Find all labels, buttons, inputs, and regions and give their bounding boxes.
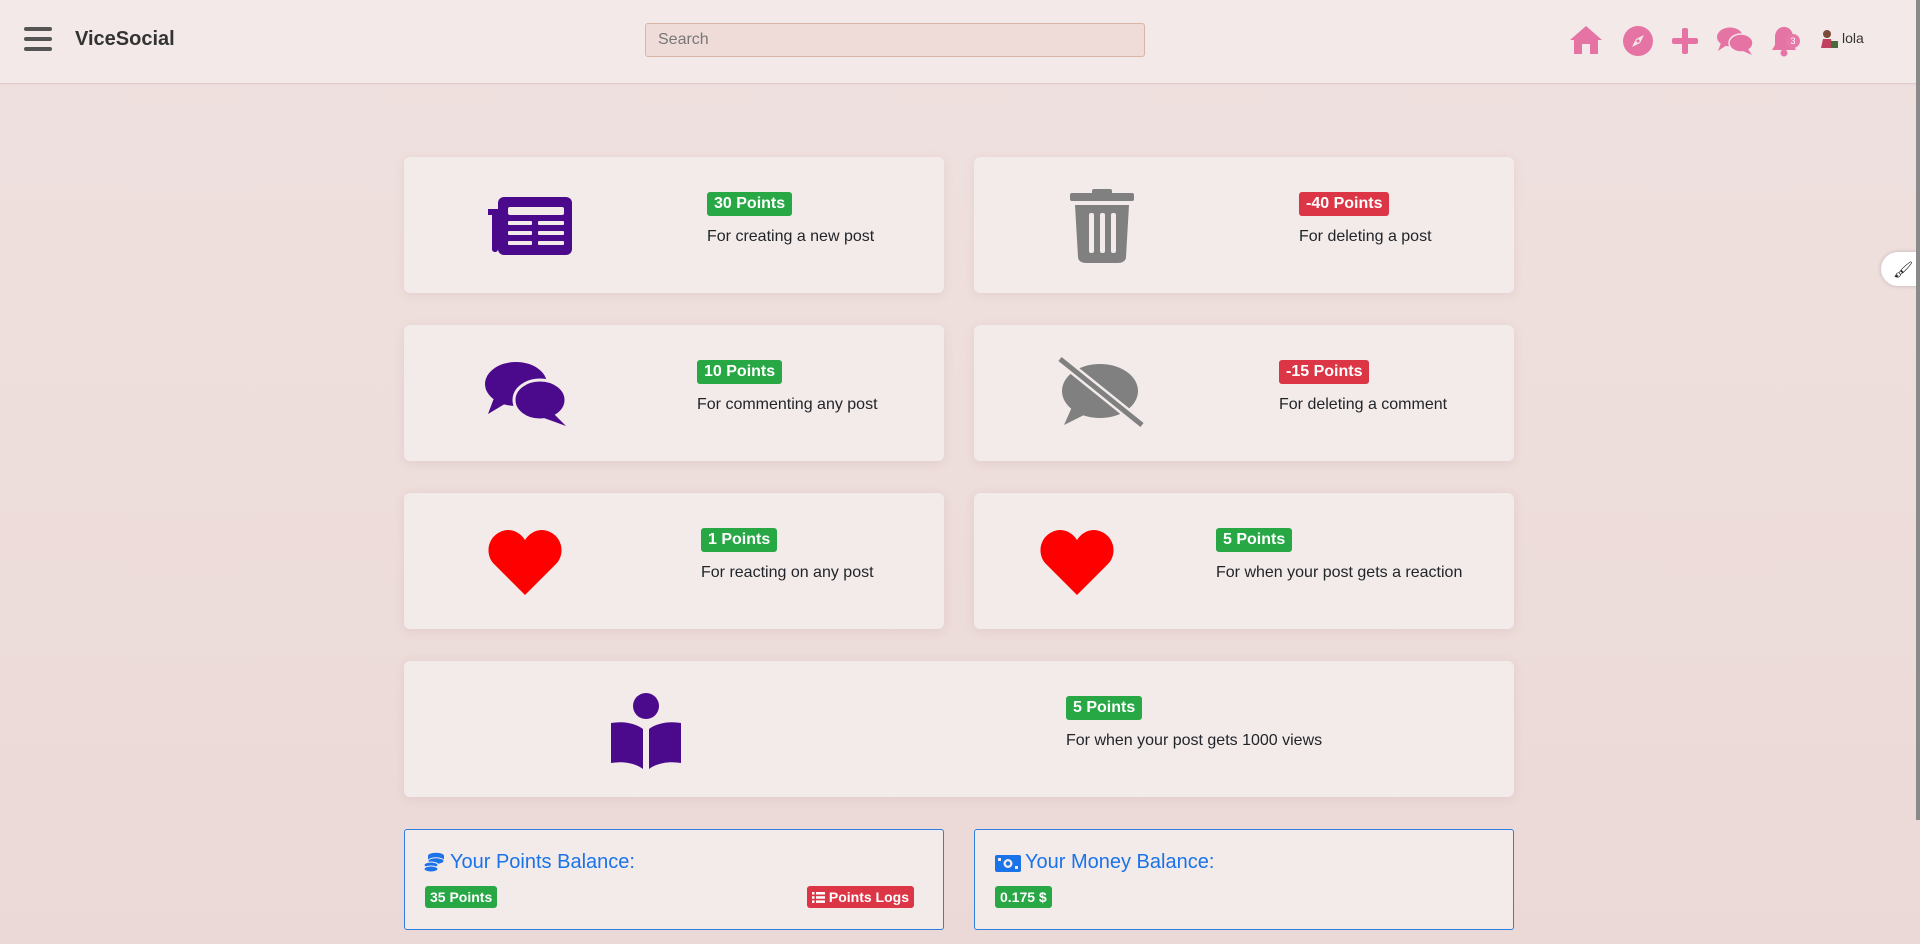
comments-icon xyxy=(484,360,568,431)
newspaper-icon xyxy=(488,197,572,260)
avatar xyxy=(1818,28,1840,50)
comment-slash-icon xyxy=(1054,355,1148,434)
points-badge: 5 Points xyxy=(1066,696,1143,720)
points-badge: 1 Points xyxy=(701,528,778,552)
rule-description: For deleting a comment xyxy=(1279,396,1448,413)
heart-icon xyxy=(488,529,562,600)
points-badge: 10 Points xyxy=(697,360,783,384)
list-icon xyxy=(812,889,825,903)
paint-roller-icon[interactable]: 🖌 xyxy=(1881,252,1920,286)
points-rule-card: 5 Points For when your post gets 1000 vi… xyxy=(404,661,1514,797)
points-balance-value: 35 Points xyxy=(425,886,498,908)
points-rule-card: -15 Points For deleting a comment xyxy=(974,325,1514,461)
heart-icon xyxy=(1040,529,1114,600)
rule-description: For creating a new post xyxy=(707,228,875,245)
money-balance-value: 0.175 $ xyxy=(995,886,1052,908)
points-balance-title: Your Points Balance: xyxy=(450,851,635,873)
points-logs-label: Points Logs xyxy=(828,889,910,905)
rule-description: For deleting a post xyxy=(1299,228,1432,245)
points-rule-card: -40 Points For deleting a post xyxy=(974,157,1514,293)
trash-icon xyxy=(1070,189,1134,268)
points-balance-card: Your Points Balance: 35 Points Points Lo… xyxy=(404,829,944,930)
money-balance-card: Your Money Balance: 0.175 $ xyxy=(974,829,1514,930)
points-rule-card: 10 Points For commenting any post xyxy=(404,325,944,461)
username: lola xyxy=(1842,30,1864,46)
points-badge: -15 Points xyxy=(1279,360,1370,384)
menu-icon[interactable] xyxy=(24,27,52,53)
rule-description: For commenting any post xyxy=(697,396,878,413)
scrollbar[interactable] xyxy=(1916,0,1920,820)
comments-icon[interactable] xyxy=(1716,26,1754,56)
points-rule-card: 1 Points For reacting on any post xyxy=(404,493,944,629)
points-badge: -40 Points xyxy=(1299,192,1390,216)
coins-icon xyxy=(423,852,445,879)
rule-description: For when your post gets a reaction xyxy=(1216,564,1463,581)
home-icon[interactable] xyxy=(1568,24,1604,56)
points-badge: 5 Points xyxy=(1216,528,1293,552)
points-logs-button[interactable]: Points Logs xyxy=(807,886,915,908)
brand-logo[interactable]: ViceSocial xyxy=(75,28,175,51)
points-rule-card: 5 Points For when your post gets a react… xyxy=(974,493,1514,629)
money-bill-icon xyxy=(995,855,1021,877)
compass-icon[interactable] xyxy=(1622,25,1654,57)
plus-icon[interactable] xyxy=(1671,27,1699,55)
rule-description: For when your post gets 1000 views xyxy=(1066,732,1323,749)
money-balance-title: Your Money Balance: xyxy=(1025,851,1215,873)
rule-description: For reacting on any post xyxy=(701,564,874,581)
points-rule-card: 30 Points For creating a new post xyxy=(404,157,944,293)
points-badge: 30 Points xyxy=(707,192,793,216)
notification-count-badge: 3 xyxy=(1786,34,1800,48)
book-reader-icon xyxy=(609,693,683,774)
top-navbar: ViceSocial 3 lola xyxy=(0,0,1918,84)
search-input[interactable] xyxy=(645,23,1145,57)
